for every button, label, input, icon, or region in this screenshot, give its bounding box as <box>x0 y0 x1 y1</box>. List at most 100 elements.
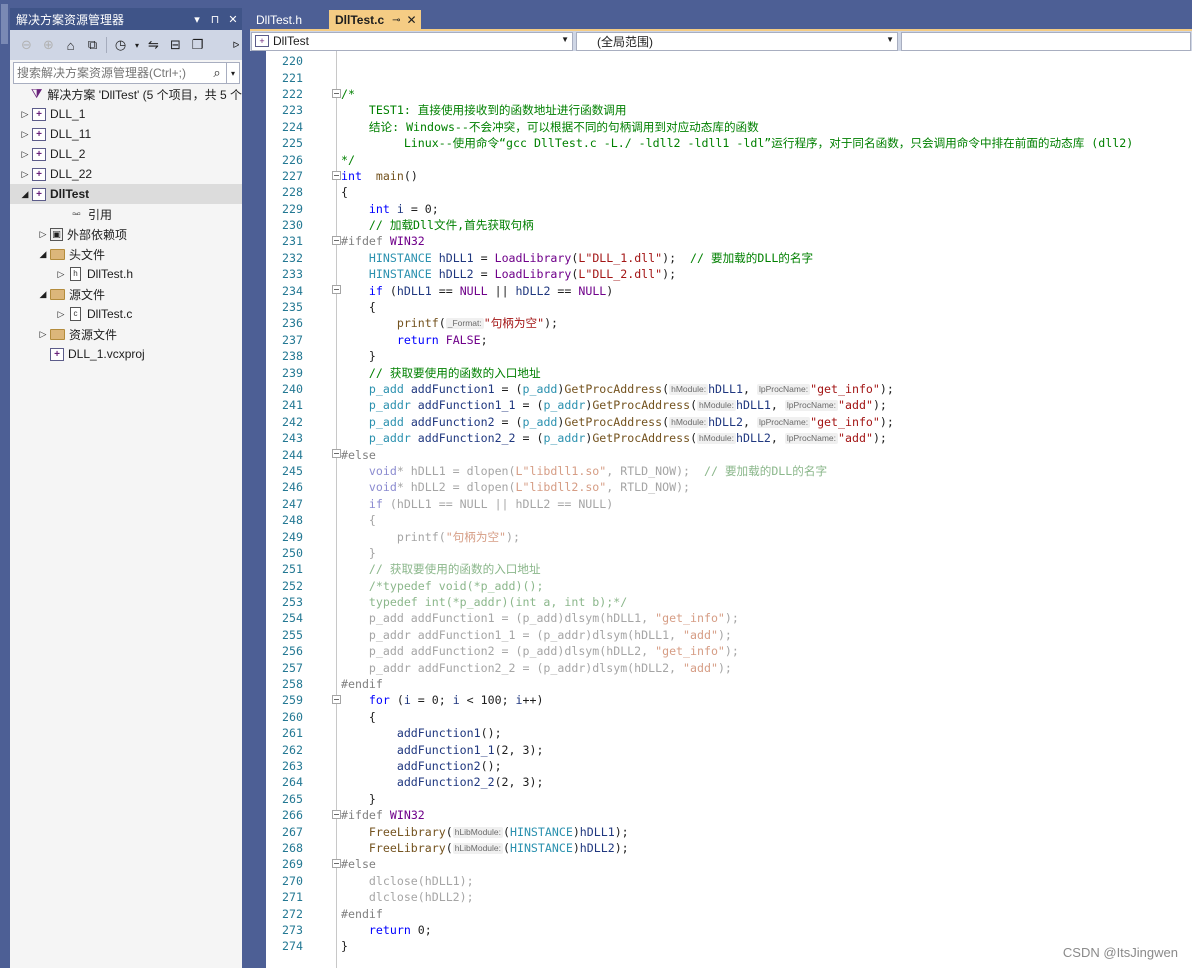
expanded-arrow-icon[interactable]: ◢ <box>36 249 50 260</box>
code-token: (2, 3); <box>494 775 544 790</box>
code-token: addFunction1_1 <box>417 398 516 413</box>
home-icon[interactable]: ⌂ <box>60 35 81 56</box>
close-tab-icon[interactable]: ✕ <box>407 13 417 27</box>
panel-splitter[interactable] <box>242 0 266 968</box>
tree-item[interactable]: ◢ 源文件 <box>10 284 242 304</box>
code-text: TEST1: 直接使用接收到的函数地址进行函数调用 <box>329 102 627 118</box>
search-options-dropdown-icon[interactable]: ▾ <box>226 63 239 83</box>
code-line: 244 #else <box>266 446 1192 462</box>
chevron-down-icon[interactable]: ▾ <box>132 35 142 56</box>
code-token: #ifdef <box>341 808 390 823</box>
solution-explorer-panel: 解决方案资源管理器 ▾ ⊓ ✕ ⊖ ⊕ ⌂ ⧉ ◷ ▾ ⇋ ⊟ ❐ ᐅ ⌕ ▾ … <box>10 8 242 968</box>
fold-toggle-icon[interactable] <box>332 809 341 819</box>
collapsed-arrow-icon[interactable]: ▷ <box>54 269 68 280</box>
code-line: 233 HINSTANCE hDLL2 = LoadLibrary(L"DLL_… <box>266 266 1192 282</box>
fold-toggle-icon[interactable] <box>332 859 341 869</box>
scope-dropdown[interactable]: (全局范围) ▼ <box>576 31 898 51</box>
minus-glyph <box>334 289 339 291</box>
tree-item[interactable]: + DLL_1.vcxproj <box>10 344 242 364</box>
code-token: ); <box>717 660 732 675</box>
tree-item[interactable]: ◢ 头文件 <box>10 244 242 264</box>
collapsed-arrow-icon[interactable]: ▷ <box>54 309 68 320</box>
tree-item[interactable]: ▷ + DLL_2 <box>10 144 242 164</box>
dock-tab-stub[interactable] <box>1 4 8 44</box>
tree-item[interactable]: ▷ + DLL_1 <box>10 104 242 124</box>
close-icon[interactable]: ✕ <box>224 13 242 26</box>
sync-with-active-document-icon[interactable]: ⇋ <box>143 35 164 56</box>
code-text: return 0; <box>329 923 432 937</box>
code-token: hDLL2 <box>515 283 551 298</box>
search-icon[interactable]: ⌕ <box>208 65 226 81</box>
code-token: int <box>341 168 362 183</box>
forward-icon[interactable]: ⊕ <box>38 35 59 56</box>
code-token: , <box>742 414 757 429</box>
code-line: 262 addFunction1_1(2, 3); <box>266 741 1192 757</box>
code-token: L"libdll1.so" <box>515 463 607 478</box>
code-token: ) <box>572 840 580 855</box>
tree-item[interactable]: ▷ + DLL_11 <box>10 124 242 144</box>
cpp-project-icon: + <box>32 107 46 121</box>
parameter-hint: hModule: <box>697 400 737 412</box>
collapsed-arrow-icon[interactable]: ▷ <box>36 229 50 240</box>
code-token: * hDLL1 = dlopen( <box>396 463 516 478</box>
collapsed-arrow-icon[interactable]: ▷ <box>18 109 32 120</box>
expanded-arrow-icon[interactable]: ◢ <box>36 289 50 300</box>
fold-toggle-icon[interactable] <box>332 449 341 459</box>
toolbar-overflow-icon[interactable]: ᐅ <box>230 35 242 56</box>
tree-item[interactable]: ▷ ▣ 外部依赖项 <box>10 224 242 244</box>
code-editor[interactable]: 220 221 222/* 223 TEST1: 直接使用接收到的函数地址进行函数调用… <box>266 51 1192 968</box>
code-text: p_add addFunction2 = (p_add)dlsym(hDLL2,… <box>329 644 739 658</box>
pending-changes-filter-icon[interactable]: ◷ <box>110 35 131 56</box>
code-lines: 220 221 222/* 223 TEST1: 直接使用接收到的函数地址进行函数调用… <box>266 53 1192 954</box>
tree-item[interactable]: ▷ 资源文件 <box>10 324 242 344</box>
project-dropdown[interactable]: + DllTest ▼ <box>251 31 573 51</box>
expanded-arrow-icon[interactable]: ◢ <box>18 189 32 200</box>
collapse-all-icon[interactable]: ⊟ <box>165 35 186 56</box>
line-number: 236 <box>282 316 303 331</box>
line-number: 227 <box>282 168 303 183</box>
tree-item[interactable]: ▫-▫ 引用 <box>10 204 242 224</box>
collapsed-arrow-icon[interactable]: ▷ <box>18 169 32 180</box>
code-line: 221 <box>266 69 1192 85</box>
pin-icon[interactable]: ⊓ <box>206 13 224 26</box>
fold-toggle-icon[interactable] <box>332 88 341 98</box>
show-all-files-icon[interactable]: ❐ <box>187 35 208 56</box>
search-input[interactable] <box>14 63 208 83</box>
pin-tab-icon[interactable]: ⊸ <box>392 15 400 26</box>
fold-toggle-icon[interactable] <box>332 695 341 705</box>
code-token: ++) <box>522 693 544 708</box>
document-tab-strip: DllTest.h DllTest.c ⊸ ✕ <box>250 8 1192 30</box>
code-token: p_add addFunction2 = (p_add)dlsym(hDLL2, <box>341 644 656 659</box>
parameter-hint: lpProcName: <box>784 433 839 445</box>
code-token: dlclose(hDLL1); <box>341 873 474 888</box>
tree-item[interactable]: ▷ h DllTest.h <box>10 264 242 284</box>
code-token: () <box>403 168 418 183</box>
collapsed-arrow-icon[interactable]: ▷ <box>36 329 50 340</box>
tree-item[interactable]: ◢ + DllTest <box>10 184 242 204</box>
code-text: #endif <box>329 907 383 921</box>
collapsed-arrow-icon[interactable]: ▷ <box>18 149 32 160</box>
panel-menu-icon[interactable]: ▾ <box>188 13 206 26</box>
code-token: #else <box>341 447 376 462</box>
tree-item[interactable]: ⧩ 解决方案 'DllTest' (5 个项目，共 5 个 <box>10 84 242 104</box>
tab-dlltest-c[interactable]: DllTest.c ⊸ ✕ <box>329 10 421 30</box>
back-icon[interactable]: ⊖ <box>16 35 37 56</box>
switch-views-icon[interactable]: ⧉ <box>82 35 103 56</box>
fold-toggle-icon[interactable] <box>332 170 341 180</box>
collapsed-arrow-icon[interactable]: ▷ <box>18 129 32 140</box>
tree-item-label: DLL_22 <box>50 167 93 181</box>
code-text: addFunction1(); <box>329 726 502 740</box>
code-token: GetProcAddress <box>592 398 691 413</box>
line-number: 220 <box>282 54 303 69</box>
code-token: printf <box>396 316 439 331</box>
code-token: ); <box>614 840 629 855</box>
fold-toggle-icon[interactable] <box>332 285 341 295</box>
fold-toggle-icon[interactable] <box>332 236 341 246</box>
tab-dlltest-h[interactable]: DllTest.h <box>250 10 309 30</box>
tree-item[interactable]: ▷ + DLL_22 <box>10 164 242 184</box>
tree-item[interactable]: ▷ c DllTest.c <box>10 304 242 324</box>
member-dropdown[interactable] <box>901 31 1191 51</box>
